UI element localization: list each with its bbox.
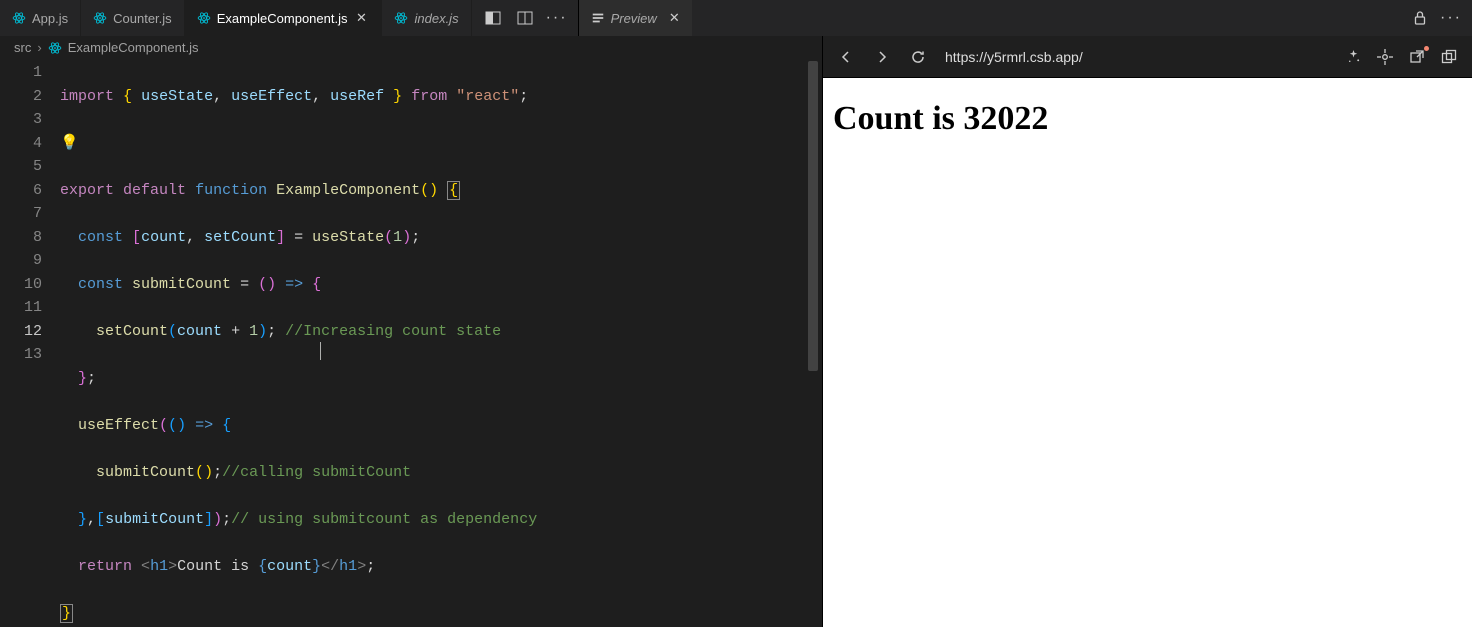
reload-icon[interactable] [909,48,927,66]
preview-heading: Count is 32022 [833,100,1462,138]
lightbulb-icon[interactable]: 💡 [60,135,79,152]
tab-preview[interactable]: Preview ✕ [579,0,692,36]
code-editor[interactable]: 12345678910111213 import { useState, use… [0,59,822,627]
preview-icon [591,11,605,25]
react-icon [12,11,26,25]
react-icon [48,41,62,55]
code-content[interactable]: import { useState, useEffect, useRef } f… [60,59,822,627]
tab-label: Preview [611,11,657,26]
split-editor-icon[interactable] [516,9,534,27]
tab-label: index.js [414,11,458,26]
forward-icon[interactable] [873,48,891,66]
preview-pane: https://y5rmrl.csb.app/ [823,36,1472,627]
lock-icon[interactable] [1412,10,1428,26]
url-field[interactable]: https://y5rmrl.csb.app/ [945,49,1326,65]
new-window-icon[interactable] [1440,48,1458,66]
tab-index-js[interactable]: index.js [382,0,471,36]
react-icon [93,11,107,25]
react-icon [197,11,211,25]
more-icon[interactable]: ··· [548,9,566,27]
breadcrumb-file[interactable]: ExampleComponent.js [68,40,199,55]
title-bar-actions: ··· [1402,0,1472,36]
close-icon[interactable]: ✕ [353,10,369,26]
tab-example-component-js[interactable]: ExampleComponent.js ✕ [185,0,383,36]
close-icon[interactable]: ✕ [669,10,680,26]
tab-label: ExampleComponent.js [217,11,348,26]
breadcrumb-folder[interactable]: src [14,40,31,55]
sparkle-icon[interactable] [1344,48,1362,66]
text-cursor [320,342,321,360]
chevron-right-icon: › [37,40,41,55]
tab-counter-js[interactable]: Counter.js [81,0,185,36]
line-gutter: 12345678910111213 [0,59,60,627]
target-icon[interactable] [1376,48,1394,66]
tab-label: Counter.js [113,11,172,26]
editor-tab-actions: ··· [472,0,578,36]
react-icon [394,11,408,25]
open-external-icon[interactable] [1408,48,1426,66]
more-icon[interactable]: ··· [1440,9,1462,27]
editor-pane: src › ExampleComponent.js 12345678910111… [0,36,823,627]
browser-address-bar: https://y5rmrl.csb.app/ [823,36,1472,78]
browser-viewport[interactable]: Count is 32022 [823,78,1472,627]
tab-app-js[interactable]: App.js [0,0,81,36]
tab-bar: App.js Counter.js ExampleComponent.js ✕ … [0,0,1472,36]
breadcrumb[interactable]: src › ExampleComponent.js [0,36,822,59]
diff-icon[interactable] [484,9,502,27]
tab-label: App.js [32,11,68,26]
back-icon[interactable] [837,48,855,66]
